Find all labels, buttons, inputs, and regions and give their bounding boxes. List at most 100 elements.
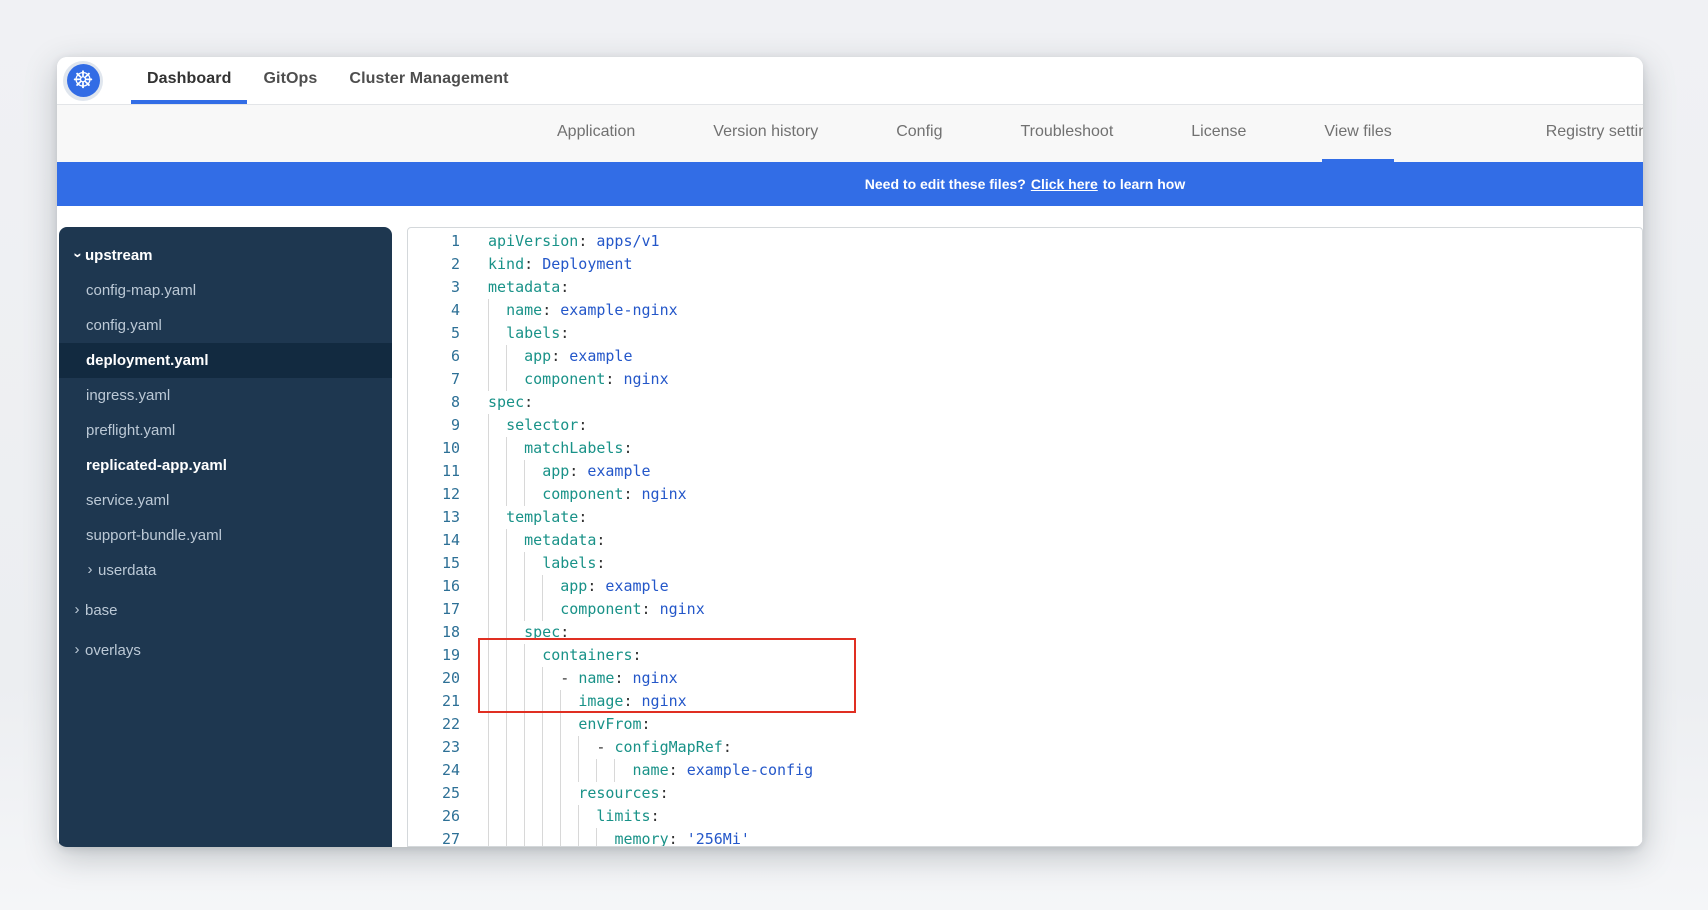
code-line-2: 2kind: Deployment: [408, 253, 1642, 276]
yaml-value: example: [605, 577, 668, 595]
line-number: 19: [408, 644, 460, 667]
indent-guide: [488, 713, 489, 736]
code-content: name: example-config: [488, 759, 813, 782]
yaml-value: nginx: [642, 485, 687, 503]
indent-guide: [506, 460, 507, 483]
yaml-value: nginx: [642, 692, 687, 710]
yaml-key: name: [633, 761, 669, 779]
chevron-right-icon: ›: [72, 602, 82, 617]
yaml-value: nginx: [660, 600, 705, 618]
yaml-colon: :: [614, 669, 623, 687]
tree-folder-base[interactable]: ›base: [59, 593, 392, 628]
indent-guide: [488, 368, 489, 391]
nav-item-gitops[interactable]: GitOps: [247, 57, 333, 104]
line-number: 14: [408, 529, 460, 552]
indent-guide: [506, 736, 507, 759]
tab-version-history[interactable]: Version history: [711, 105, 820, 162]
line-number: 25: [408, 782, 460, 805]
indent-guide: [488, 805, 489, 828]
yaml-value: nginx: [623, 370, 668, 388]
tree-folder-userdata[interactable]: ›userdata: [59, 553, 392, 588]
chevron-right-icon: ›: [72, 642, 82, 657]
code-content: name: example-nginx: [488, 299, 678, 322]
tab-license[interactable]: License: [1189, 105, 1248, 162]
nav-item-cluster-management[interactable]: Cluster Management: [333, 57, 524, 104]
indent-guide: [542, 805, 543, 828]
line-number: 21: [408, 690, 460, 713]
app-tabbar: Application Version history Config Troubles…: [57, 105, 1643, 162]
tree-file-config-yaml[interactable]: config.yaml: [59, 308, 392, 343]
tab-troubleshoot[interactable]: Troubleshoot: [1018, 105, 1115, 162]
yaml-key: configMapRef: [614, 738, 722, 756]
tree-item-label: preflight.yaml: [86, 422, 175, 439]
tab-registry-settings[interactable]: Registry settings: [1544, 105, 1643, 162]
file-tree-sidebar: ›upstreamconfig-map.yaml config.yaml deplo…: [59, 227, 392, 847]
indent-guide: [542, 736, 543, 759]
yaml-key: matchLabels: [524, 439, 623, 457]
line-number: 10: [408, 437, 460, 460]
tree-folder-overlays[interactable]: ›overlays: [59, 633, 392, 668]
tab-view-files[interactable]: View files: [1322, 105, 1393, 162]
tree-folder-upstream[interactable]: ›upstream: [59, 238, 392, 273]
code-line-9: 9 selector:: [408, 414, 1642, 437]
code-content: spec:: [488, 391, 533, 414]
yaml-colon: :: [642, 600, 651, 618]
banner-click-here-link[interactable]: Click here: [1031, 176, 1098, 192]
line-number: 13: [408, 506, 460, 529]
yaml-value: nginx: [633, 669, 678, 687]
yaml-key: component: [524, 370, 605, 388]
yaml-colon: :: [642, 715, 651, 733]
tree-item-label: support-bundle.yaml: [86, 527, 222, 544]
code-line-11: 11 app: example: [408, 460, 1642, 483]
tree-file-preflight-yaml[interactable]: preflight.yaml: [59, 413, 392, 448]
tree-file-support-bundle-yaml[interactable]: support-bundle.yaml: [59, 518, 392, 553]
indent-guide: [542, 690, 543, 713]
indent-guide: [542, 782, 543, 805]
indent-guide: [506, 690, 507, 713]
yaml-key: envFrom: [578, 715, 641, 733]
indent-guide: [542, 759, 543, 782]
code-content: app: example: [488, 345, 633, 368]
code-line-27: 27 memory: '256Mi': [408, 828, 1642, 847]
tree-item-label: config.yaml: [86, 317, 162, 334]
kubernetes-wheel-icon: ☸: [67, 64, 100, 97]
tree-file-replicated-app-yaml[interactable]: replicated-app.yaml: [59, 448, 392, 483]
tab-config[interactable]: Config: [894, 105, 944, 162]
indent-guide: [560, 713, 561, 736]
indent-guide: [524, 713, 525, 736]
yaml-file-viewer[interactable]: 1apiVersion: apps/v12kind: Deployment3me…: [407, 227, 1643, 847]
yaml-colon: :: [560, 278, 569, 296]
kubernetes-logo[interactable]: ☸: [63, 61, 103, 101]
line-number: 11: [408, 460, 460, 483]
code-line-6: 6 app: example: [408, 345, 1642, 368]
indent-guide: [596, 759, 597, 782]
tree-file-service-yaml[interactable]: service.yaml: [59, 483, 392, 518]
indent-guide: [614, 759, 615, 782]
line-number: 12: [408, 483, 460, 506]
indent-guide: [506, 368, 507, 391]
line-number: 22: [408, 713, 460, 736]
indent-guide: [488, 759, 489, 782]
tree-file-deployment-yaml[interactable]: deployment.yaml: [59, 343, 392, 378]
tab-application[interactable]: Application: [555, 105, 637, 162]
app-header: ☸ DashboardGitOpsCluster Management: [57, 57, 1643, 105]
line-number: 27: [408, 828, 460, 847]
code-line-10: 10 matchLabels:: [408, 437, 1642, 460]
code-content: - name: nginx: [488, 667, 678, 690]
indent-guide: [524, 805, 525, 828]
tree-file-config-map-yaml[interactable]: config-map.yaml: [59, 273, 392, 308]
code-content: labels:: [488, 552, 605, 575]
indent-guide: [596, 828, 597, 847]
code-content: component: nginx: [488, 598, 705, 621]
code-content: - configMapRef:: [488, 736, 732, 759]
yaml-colon: :: [542, 301, 551, 319]
code-line-13: 13 template:: [408, 506, 1642, 529]
yaml-value: Deployment: [542, 255, 632, 273]
banner-text-before: Need to edit these files?: [865, 176, 1026, 192]
nav-item-dashboard[interactable]: Dashboard: [131, 57, 247, 104]
indent-guide: [506, 644, 507, 667]
indent-guide: [578, 759, 579, 782]
tree-file-ingress-yaml[interactable]: ingress.yaml: [59, 378, 392, 413]
indent-guide: [542, 598, 543, 621]
indent-guide: [488, 506, 489, 529]
